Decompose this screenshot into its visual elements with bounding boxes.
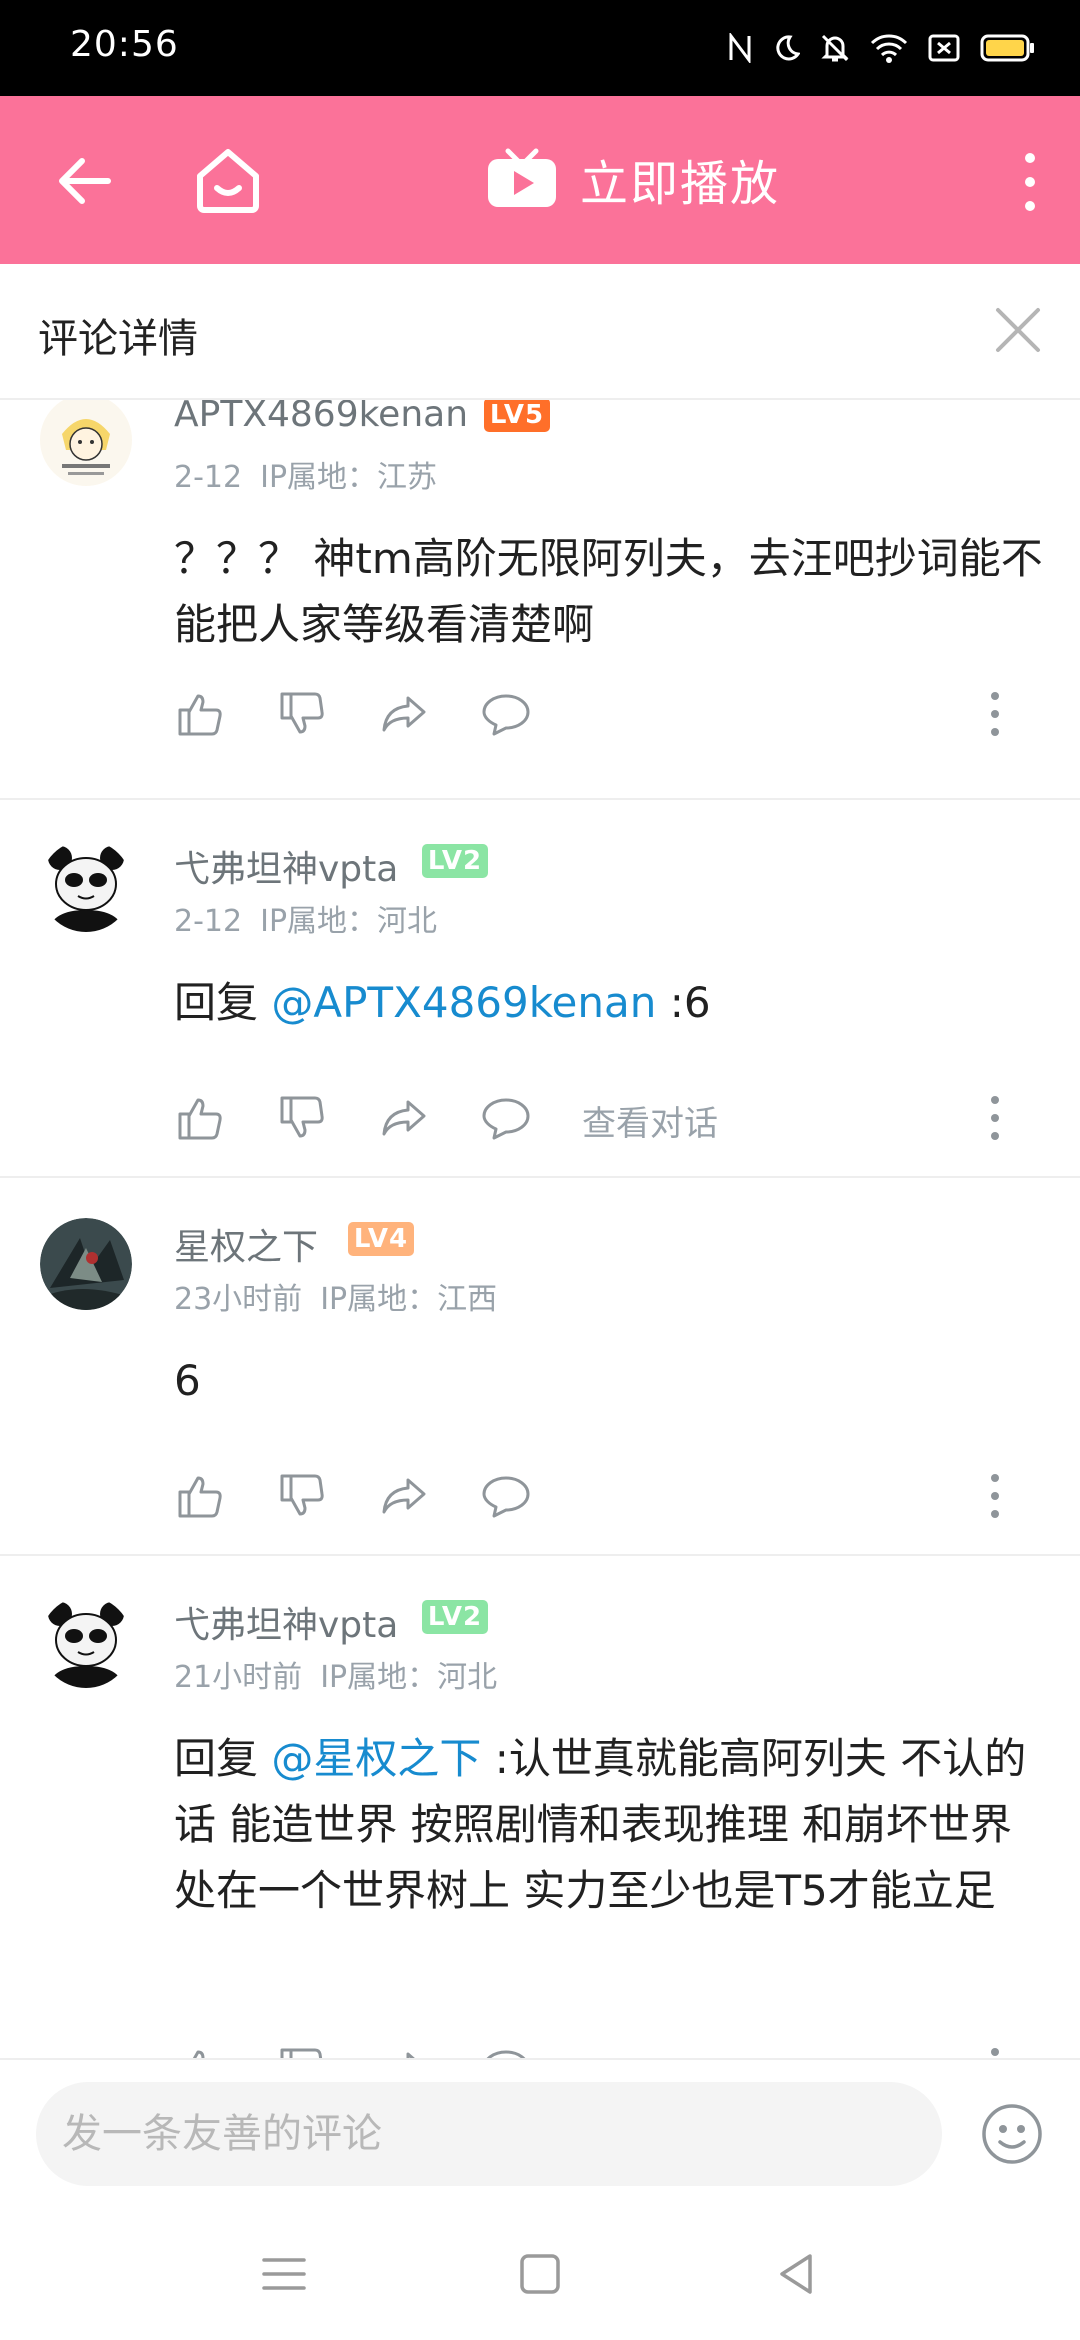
comment-actions (174, 688, 1004, 744)
share-icon[interactable] (378, 1092, 430, 1144)
username[interactable]: 弋弗坦神vpta (174, 840, 398, 892)
close-icon[interactable] (990, 302, 1046, 358)
comment-date: 2-12 (174, 460, 243, 495)
comment-text: 回复 @APTX4869kenan :6 (174, 970, 1044, 1036)
comment-body: :6 (656, 978, 711, 1027)
comment-actions: 查看对话 (174, 1092, 1004, 1148)
reply-icon[interactable] (480, 1092, 532, 1144)
level-badge: LV5 (484, 400, 550, 432)
reply-prefix: 回复 (174, 1734, 272, 1783)
system-nav-bar (0, 2208, 1080, 2340)
username[interactable]: APTX4869kenan (174, 400, 468, 435)
username[interactable]: 星权之下 (174, 1218, 318, 1270)
like-icon[interactable] (174, 1092, 226, 1144)
comment-item: 星权之下 LV4 23小时前 IP属地：江西 6 (0, 1178, 1080, 1556)
menu-icon[interactable] (256, 2246, 312, 2302)
play-now-label: 立即播放 (580, 156, 781, 212)
comment-more-icon[interactable] (986, 2046, 1004, 2058)
back-arrow-icon[interactable] (50, 146, 120, 216)
comment-body: ？？？ 神tm高阶无限阿列夫，去汪吧抄词能不能把人家等级看清楚啊 (174, 534, 1043, 649)
moon-icon (776, 35, 800, 61)
level-badge: LV4 (348, 1222, 414, 1256)
dislike-icon[interactable] (276, 1470, 328, 1522)
comment-date: 2-12 (174, 904, 243, 939)
username[interactable]: 弋弗坦神vpta (174, 1596, 398, 1648)
status-time: 20:56 (70, 24, 179, 65)
like-icon[interactable] (174, 2044, 226, 2058)
status-bar: 20:56 (0, 0, 1080, 96)
comment-text: ？？？ 神tm高阶无限阿列夫，去汪吧抄词能不能把人家等级看清楚啊 (174, 526, 1044, 658)
mention-link[interactable]: @星权之下 (271, 1734, 481, 1783)
comment-input-bar (0, 2058, 1080, 2208)
comment-more-icon[interactable] (986, 1094, 1004, 1142)
level-badge: LV2 (422, 844, 488, 878)
play-now-button[interactable]: 立即播放 (486, 136, 780, 222)
ip-location: IP属地：江苏 (260, 460, 438, 495)
avatar[interactable] (40, 840, 132, 932)
mention-link[interactable]: @APTX4869kenan (271, 978, 656, 1027)
share-icon[interactable] (378, 1470, 430, 1522)
comment-item: 弋弗坦神vpta LV2 21小时前 IP属地：河北 回复 @星权之下 :认世真就… (0, 1556, 1080, 2058)
comment-meta: 2-12 IP属地：江苏 (174, 452, 437, 496)
level-badge: LV2 (422, 1600, 488, 1634)
battery-icon (980, 34, 1034, 62)
ip-location: IP属地：河北 (320, 1660, 498, 1695)
nfc-icon (729, 33, 751, 63)
comment-more-icon[interactable] (986, 690, 1004, 738)
like-icon[interactable] (174, 1470, 226, 1522)
dislike-icon[interactable] (276, 1092, 328, 1144)
comment-date: 21小时前 (174, 1660, 303, 1695)
comment-body: 6 (174, 1356, 201, 1405)
emoji-icon[interactable] (980, 2102, 1044, 2166)
reply-icon[interactable] (480, 2044, 532, 2058)
comment-actions: 查看对话 (174, 2044, 1004, 2058)
share-icon[interactable] (378, 2044, 430, 2058)
dislike-icon[interactable] (276, 688, 328, 740)
more-vertical-icon[interactable] (1020, 150, 1040, 214)
comment-text: 6 (174, 1348, 1044, 1414)
reply-icon[interactable] (480, 688, 532, 740)
home-square-icon[interactable] (512, 2246, 568, 2302)
dislike-icon[interactable] (276, 2044, 328, 2058)
home-icon[interactable] (190, 142, 266, 218)
status-icons (728, 28, 1036, 68)
like-icon[interactable] (174, 688, 226, 740)
comment-detail-header: 评论详情 (0, 264, 1080, 400)
view-conversation-link[interactable]: 查看对话 (582, 2048, 718, 2058)
comment-meta: 23小时前 IP属地：江西 (174, 1274, 497, 1318)
tv-play-icon (488, 148, 556, 207)
comment-input[interactable] (36, 2082, 942, 2186)
ip-location: IP属地：河北 (260, 904, 438, 939)
back-triangle-icon[interactable] (770, 2246, 826, 2302)
comment-item: 弋弗坦神vpta LV2 2-12 IP属地：河北 回复 @APTX4869ken… (0, 800, 1080, 1178)
comment-more-icon[interactable] (986, 1472, 1004, 1520)
comment-meta: 21小时前 IP属地：河北 (174, 1652, 497, 1696)
comment-actions (174, 1470, 1004, 1526)
sim-icon (928, 34, 960, 62)
comment-date: 23小时前 (174, 1282, 303, 1317)
comment-list[interactable]: APTX4869kenan LV5 2-12 IP属地：江苏 ？？？ 神tm高阶无… (0, 400, 1080, 2058)
mute-bell-icon (821, 34, 849, 62)
reply-icon[interactable] (480, 1470, 532, 1522)
view-conversation-link[interactable]: 查看对话 (582, 1096, 718, 1145)
reply-prefix: 回复 (174, 978, 272, 1027)
wifi-icon (870, 34, 908, 63)
avatar[interactable] (40, 400, 132, 486)
comment-item: APTX4869kenan LV5 2-12 IP属地：江苏 ？？？ 神tm高阶无… (0, 400, 1080, 800)
ip-location: IP属地：江西 (320, 1282, 498, 1317)
comment-text: 回复 @星权之下 :认世真就能高阿列夫 不认的话 能造世界 按照剧情和表现推理 … (174, 1726, 1044, 1924)
comment-meta: 2-12 IP属地：河北 (174, 896, 437, 940)
app-bar: 立即播放 (0, 96, 1080, 264)
page-title: 评论详情 (38, 316, 198, 362)
share-icon[interactable] (378, 688, 430, 740)
avatar[interactable] (40, 1218, 132, 1310)
avatar[interactable] (40, 1596, 132, 1688)
